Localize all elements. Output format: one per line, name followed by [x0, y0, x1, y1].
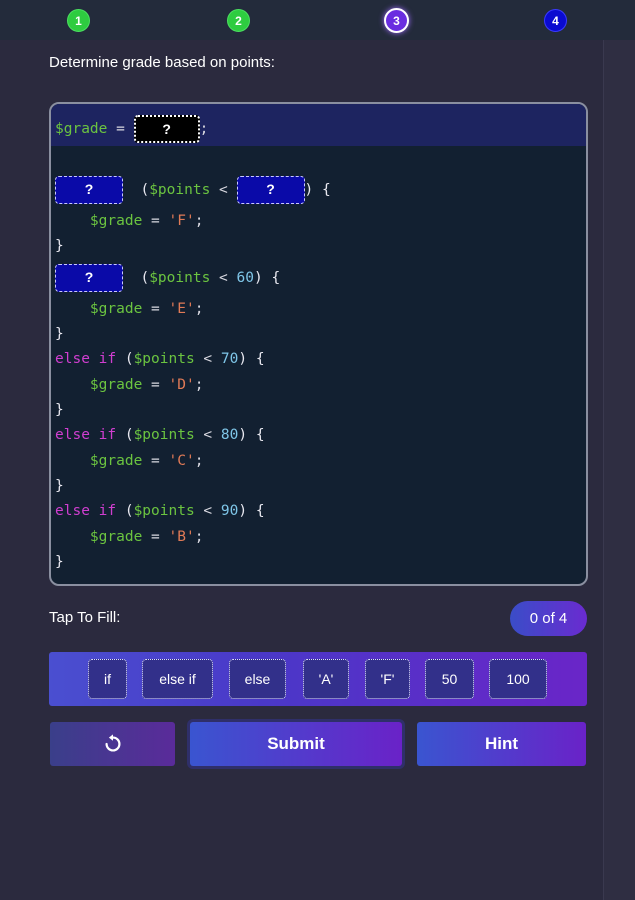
- submit-button[interactable]: Submit: [190, 722, 402, 766]
- code-line-7: }: [55, 326, 64, 342]
- step-3[interactable]: 3: [384, 8, 409, 33]
- code-line-12: $grade = 'C';: [89, 453, 204, 469]
- blank-slot-4[interactable]: ?: [55, 264, 123, 292]
- choice-chip-a[interactable]: 'A': [303, 659, 349, 699]
- code-line-1: $grade = ?;: [55, 115, 208, 143]
- choice-chip-if[interactable]: if: [88, 659, 127, 699]
- code-editor: $grade = ?; ? ($points < ?) { $grade = '…: [49, 102, 588, 586]
- choice-chip-else[interactable]: else: [229, 659, 286, 699]
- code-line-10: }: [55, 402, 64, 418]
- choice-chip-f[interactable]: 'F': [365, 659, 410, 699]
- blank-slot-2[interactable]: ?: [55, 176, 123, 204]
- choice-chip-100[interactable]: 100: [489, 659, 547, 699]
- step-2[interactable]: 2: [227, 9, 250, 32]
- code-line-4: }: [55, 238, 64, 254]
- code-line-9: $grade = 'D';: [89, 377, 204, 393]
- step-1[interactable]: 1: [67, 9, 90, 32]
- blank-slot-3[interactable]: ?: [236, 176, 305, 204]
- code-line-2: ? ($points < ?) {: [55, 176, 331, 204]
- blank-slot-1[interactable]: ?: [133, 115, 200, 143]
- code-line-11: else if ($points < 80) {: [55, 427, 265, 443]
- choice-chip-50[interactable]: 50: [425, 659, 474, 699]
- code-line-6: $grade = 'E';: [89, 301, 204, 317]
- hint-button[interactable]: Hint: [417, 722, 586, 766]
- tap-to-fill-label: Tap To Fill:: [49, 609, 121, 626]
- undo-button[interactable]: [50, 722, 175, 766]
- code-line-5: ? ($points < 60) {: [55, 264, 280, 292]
- question-prompt: Determine grade based on points:: [49, 54, 275, 71]
- fill-progress-badge: 0 of 4: [510, 601, 587, 636]
- progress-stepper: 1 2 3 4: [0, 0, 635, 40]
- code-line-15: $grade = 'B';: [89, 529, 204, 545]
- choice-tray: if else if else 'A' 'F' 50 100: [49, 652, 587, 706]
- code-line-13: }: [55, 478, 64, 494]
- code-line-3: $grade = 'F';: [89, 213, 204, 229]
- step-4[interactable]: 4: [544, 9, 567, 32]
- code-line-14: else if ($points < 90) {: [55, 503, 265, 519]
- code-line-8: else if ($points < 70) {: [55, 351, 265, 367]
- code-line-16: }: [55, 554, 64, 570]
- undo-icon: [104, 734, 121, 752]
- side-panel: [603, 40, 635, 900]
- choice-chip-else-if[interactable]: else if: [142, 659, 213, 699]
